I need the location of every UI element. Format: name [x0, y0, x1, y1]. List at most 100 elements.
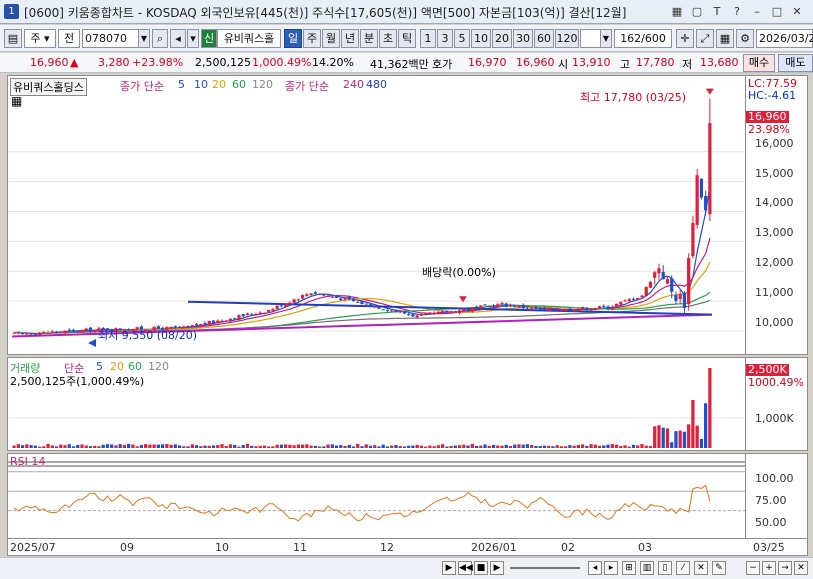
zoom-in-icon[interactable]: ▸	[604, 561, 618, 575]
stock-name-field[interactable]: 유비쿼스홀	[217, 29, 281, 48]
candle-icon[interactable]: ▯	[658, 561, 672, 575]
ma480-label: 480	[366, 78, 387, 91]
sell-button[interactable]: 매도	[778, 54, 813, 72]
minimize-icon[interactable]: –	[749, 4, 765, 19]
grid-icon[interactable]: ▦	[669, 4, 685, 19]
table-icon[interactable]: ▦	[11, 94, 22, 108]
candle-body	[525, 308, 530, 310]
volume-bar	[377, 446, 381, 448]
y-tick: 1,000K	[755, 412, 794, 425]
zoom-out-icon[interactable]: ◂	[588, 561, 602, 575]
candle-body	[241, 314, 245, 317]
volume-value: 2,500,125	[195, 56, 251, 69]
candle-body	[190, 325, 194, 327]
crosshair-icon[interactable]: ✛	[676, 29, 694, 48]
num-60[interactable]: 60	[534, 29, 554, 48]
volume-y-axis[interactable]: 2,500K 1000.49% 1,000K	[745, 358, 807, 450]
tab-second[interactable]: 초	[379, 29, 397, 48]
volume-bar	[207, 445, 211, 448]
date-field[interactable]: 2026/03/2	[756, 29, 813, 48]
rsi-y-axis[interactable]: 100.00 75.00 50.00	[745, 454, 807, 538]
num-20[interactable]: 20	[492, 29, 512, 48]
chart-icon[interactable]: ▤	[4, 29, 22, 48]
candle-body	[279, 305, 284, 307]
tab-week[interactable]: 주	[303, 29, 321, 48]
date-tick: 11	[293, 541, 307, 554]
trend-icon[interactable]: ⤢	[696, 29, 714, 48]
num-120[interactable]: 120	[555, 29, 579, 48]
candle-body	[436, 311, 440, 314]
volume-bar	[555, 445, 559, 448]
volume-bar	[487, 445, 491, 448]
num-3[interactable]: 3	[437, 29, 453, 48]
vma5-label: 5	[96, 360, 103, 373]
candle-body	[254, 313, 258, 315]
pin-icon[interactable]: ▢	[689, 4, 705, 19]
search-icon[interactable]: ⌕	[152, 29, 168, 48]
period-select[interactable]: 주 ▾	[24, 29, 56, 48]
date-tick: 02	[561, 541, 575, 554]
candle-body	[33, 333, 37, 335]
chevron-down-icon[interactable]: ▼	[600, 29, 612, 48]
tab-year[interactable]: 년	[341, 29, 359, 48]
plus-icon[interactable]: +	[762, 561, 776, 575]
num-30[interactable]: 30	[513, 29, 533, 48]
maximize-icon[interactable]: □	[769, 4, 785, 19]
gear-icon[interactable]: ⚙	[736, 29, 754, 48]
price-chart-area[interactable]	[8, 76, 746, 354]
volume-bar	[576, 445, 580, 448]
tab-month[interactable]: 월	[322, 29, 340, 48]
menu-icon[interactable]: T	[709, 4, 725, 19]
prev-button[interactable]: 전	[58, 29, 80, 48]
price-panel[interactable]: 유비쿼스홀딩스 종가 단순 5 10 20 60 120 종가 단순 240 4…	[7, 75, 808, 355]
draw-icon[interactable]: ✎	[712, 561, 726, 575]
tab-minute[interactable]: 분	[360, 29, 378, 48]
candle-body	[88, 327, 93, 332]
y-tick: 100.00	[755, 472, 794, 485]
candle-body	[479, 305, 483, 308]
arrow-right-icon[interactable]: →	[778, 561, 792, 575]
line-icon[interactable]: ⁄	[676, 561, 690, 575]
play-icon[interactable]: ▶	[442, 561, 456, 575]
vma20-label: 20	[110, 360, 124, 373]
count-field[interactable]: 162/600	[614, 29, 672, 48]
price-y-axis[interactable]: LC:77.59 HC:-4.61 16,960 23.98% 16,000 1…	[745, 76, 807, 354]
minus-icon[interactable]: −	[746, 561, 760, 575]
num-1[interactable]: 1	[420, 29, 436, 48]
table-icon[interactable]: ▦	[716, 29, 734, 48]
close-icon[interactable]: ✕	[794, 561, 808, 575]
tab-tick[interactable]: 틱	[398, 29, 416, 48]
forward-icon[interactable]: ▶	[490, 561, 504, 575]
scroll-slider[interactable]	[510, 567, 580, 569]
rewind-icon[interactable]: ◀◀	[458, 561, 473, 575]
candle-body	[508, 305, 513, 307]
candle-body	[296, 299, 300, 301]
candle-body	[228, 318, 233, 321]
settings-icon[interactable]: ⊞	[622, 561, 636, 575]
volume-panel[interactable]: 거래량 단순 5 20 60 120 2,500,125주(1,000.49%)…	[7, 357, 808, 451]
speaker-icon[interactable]: ◂	[170, 29, 186, 48]
help-icon[interactable]: ?	[729, 4, 745, 19]
menu-arrow-icon[interactable]: ▾	[187, 29, 199, 48]
candle-body	[670, 278, 674, 292]
close-icon[interactable]: ✕	[789, 4, 805, 19]
cross-icon[interactable]: ✕	[694, 561, 708, 575]
window-controls: ▦ ▢ T ? – □ ✕	[669, 4, 805, 19]
volume-bar	[305, 444, 309, 448]
rsi-chart-area[interactable]	[8, 454, 746, 538]
candle-body	[648, 281, 653, 288]
stop-icon[interactable]: ■	[474, 561, 488, 575]
volume-bar	[474, 445, 479, 448]
volume-bar	[67, 444, 71, 448]
chevron-down-icon[interactable]: ▼	[138, 29, 150, 48]
volume-bar	[105, 444, 110, 448]
candle-body	[699, 178, 704, 198]
volume-bar	[360, 446, 364, 448]
num-10[interactable]: 10	[471, 29, 491, 48]
candle-body	[12, 332, 16, 334]
layout-icon[interactable]: ▥	[640, 561, 654, 575]
num-5[interactable]: 5	[454, 29, 470, 48]
tab-day[interactable]: 일	[284, 29, 302, 48]
buy-button[interactable]: 매수	[743, 54, 775, 72]
rsi-panel[interactable]: RSI 14 100.00 75.00 50.00	[7, 453, 808, 539]
